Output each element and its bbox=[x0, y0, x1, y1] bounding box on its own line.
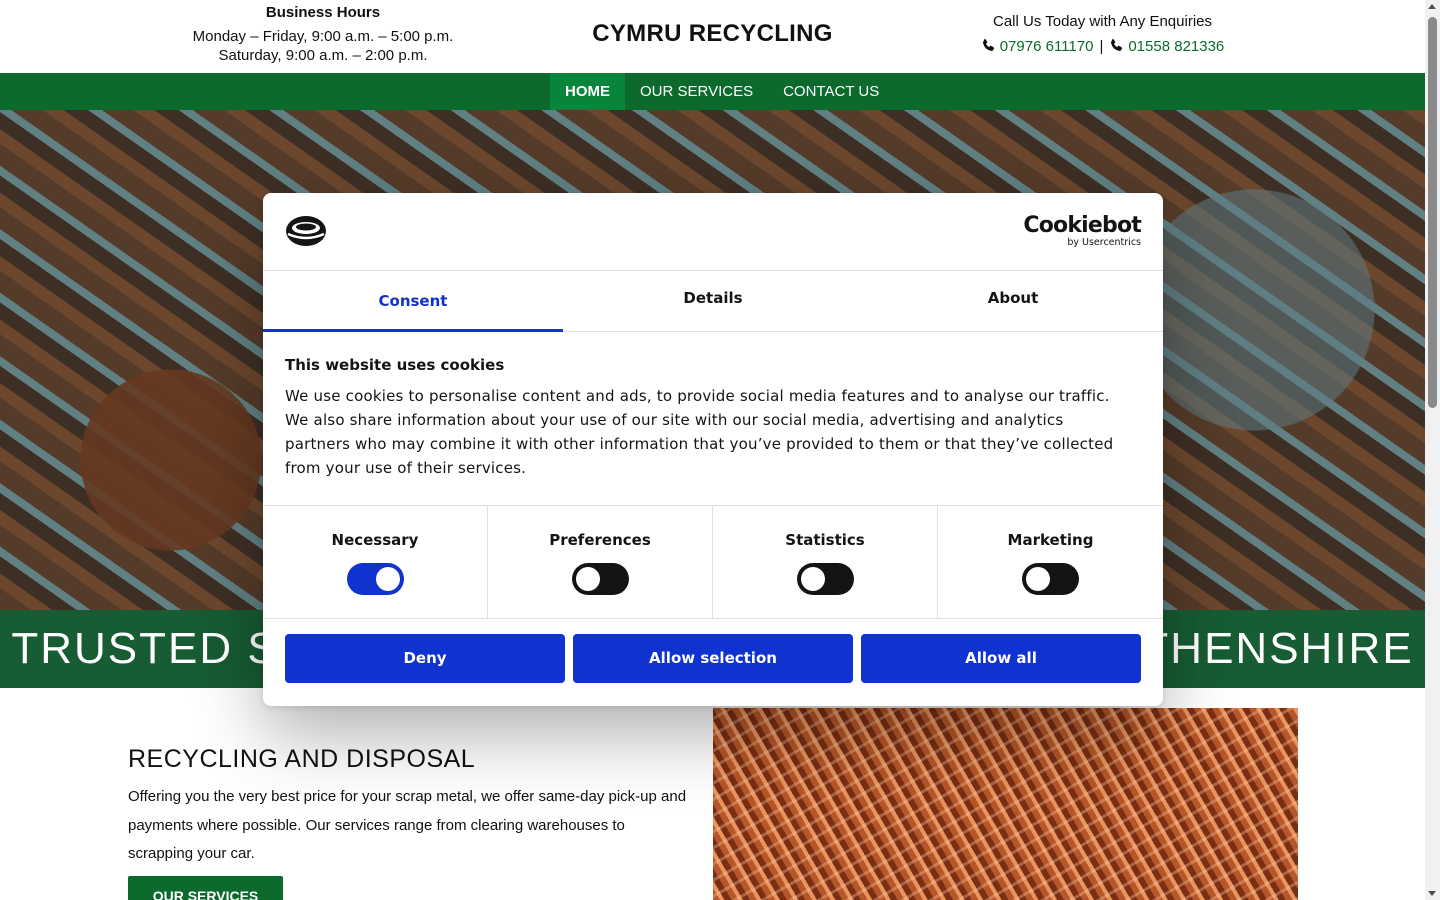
switch-knob bbox=[800, 567, 825, 591]
dialog-body: This website uses cookies We use cookies… bbox=[285, 356, 1125, 480]
tab-about[interactable]: About bbox=[863, 271, 1163, 331]
cookiebot-brand-sub: by Usercentrics bbox=[1067, 237, 1141, 248]
toggle-label: Statistics bbox=[785, 531, 865, 549]
site-header: Business Hours Monday – Friday, 9:00 a.m… bbox=[0, 0, 1425, 73]
contact-title: Call Us Today with Any Enquiries bbox=[993, 13, 1212, 30]
services-heading: RECYCLING AND DISPOSAL bbox=[128, 745, 476, 773]
our-services-button[interactable]: OUR SERVICES bbox=[128, 876, 283, 900]
switch-knob bbox=[1026, 567, 1050, 591]
copper-wire-image bbox=[713, 708, 1298, 900]
scroll-up-arrow-icon[interactable] bbox=[1428, 4, 1436, 9]
switch-knob bbox=[575, 567, 600, 591]
dialog-header: Cookiebot by Usercentrics bbox=[263, 193, 1163, 271]
business-hours: Business Hours Monday – Friday, 9:00 a.m… bbox=[192, 4, 454, 65]
toggle-label: Preferences bbox=[549, 531, 651, 549]
hours-weekday: Monday – Friday, 9:00 a.m. – 5:00 p.m. bbox=[192, 28, 454, 45]
dialog-text: We use cookies to personalise content an… bbox=[285, 387, 1114, 477]
allow-selection-button[interactable]: Allow selection bbox=[573, 634, 853, 683]
deny-button[interactable]: Deny bbox=[285, 634, 565, 683]
main-nav: HOME OUR SERVICES CONTACT US bbox=[0, 73, 1425, 110]
toggle-necessary: Necessary bbox=[263, 506, 488, 618]
toggle-statistics: Statistics bbox=[713, 506, 938, 618]
phone-link-1[interactable]: 07976 611170 bbox=[1000, 38, 1094, 55]
scroll-thumb[interactable] bbox=[1428, 17, 1437, 408]
allow-all-button[interactable]: Allow all bbox=[861, 634, 1141, 683]
cookiebot-brand-name: Cookiebot bbox=[1023, 213, 1141, 238]
nav-items: HOME OUR SERVICES CONTACT US bbox=[550, 73, 894, 110]
tab-consent[interactable]: Consent bbox=[263, 271, 563, 332]
cookiebot-logo-icon bbox=[286, 216, 326, 246]
nav-item-contact-us[interactable]: CONTACT US bbox=[768, 73, 894, 110]
tab-details[interactable]: Details bbox=[563, 271, 863, 331]
dialog-actions: Deny Allow selection Allow all bbox=[285, 634, 1141, 684]
contact-info: Call Us Today with Any Enquiries 07976 6… bbox=[960, 12, 1245, 57]
cookiebot-brand[interactable]: Cookiebot by Usercentrics bbox=[1023, 215, 1141, 249]
toggle-label: Necessary bbox=[331, 531, 419, 549]
hours-saturday: Saturday, 9:00 a.m. – 2:00 p.m. bbox=[218, 47, 428, 64]
nav-item-our-services[interactable]: OUR SERVICES bbox=[625, 73, 768, 110]
toggle-marketing: Marketing bbox=[938, 506, 1163, 618]
services-body: Offering you the very best price for you… bbox=[128, 788, 687, 862]
hours-title: Business Hours bbox=[265, 4, 381, 21]
toggle-preferences: Preferences bbox=[488, 506, 713, 618]
site-brand[interactable]: CYMRU RECYCLING bbox=[560, 20, 865, 48]
cookie-consent-dialog: Cookiebot by Usercentrics Consent Detail… bbox=[263, 193, 1163, 706]
nav-item-home[interactable]: HOME bbox=[550, 73, 625, 110]
phone-numbers: 07976 611170 | 01558 821336 bbox=[960, 37, 1245, 57]
scroll-down-arrow-icon[interactable] bbox=[1428, 891, 1436, 896]
phone-separator: | bbox=[1099, 38, 1104, 55]
dialog-tabs: Consent Details About bbox=[263, 271, 1163, 332]
switch-knob bbox=[375, 567, 400, 591]
preferences-switch[interactable] bbox=[571, 563, 629, 595]
consent-toggles: Necessary Preferences Statistics Marketi… bbox=[263, 505, 1163, 619]
phone-icon bbox=[1111, 38, 1123, 51]
phone-icon bbox=[982, 38, 994, 51]
page-scrollbar[interactable] bbox=[1425, 0, 1440, 900]
dialog-title: This website uses cookies bbox=[285, 356, 505, 374]
services-section: RECYCLING AND DISPOSAL Offering you the … bbox=[128, 745, 688, 869]
necessary-switch[interactable] bbox=[346, 563, 404, 595]
toggle-label: Marketing bbox=[1007, 531, 1094, 549]
phone-link-2[interactable]: 01558 821336 bbox=[1128, 38, 1224, 55]
marketing-switch[interactable] bbox=[1022, 563, 1079, 595]
statistics-switch[interactable] bbox=[796, 563, 854, 595]
